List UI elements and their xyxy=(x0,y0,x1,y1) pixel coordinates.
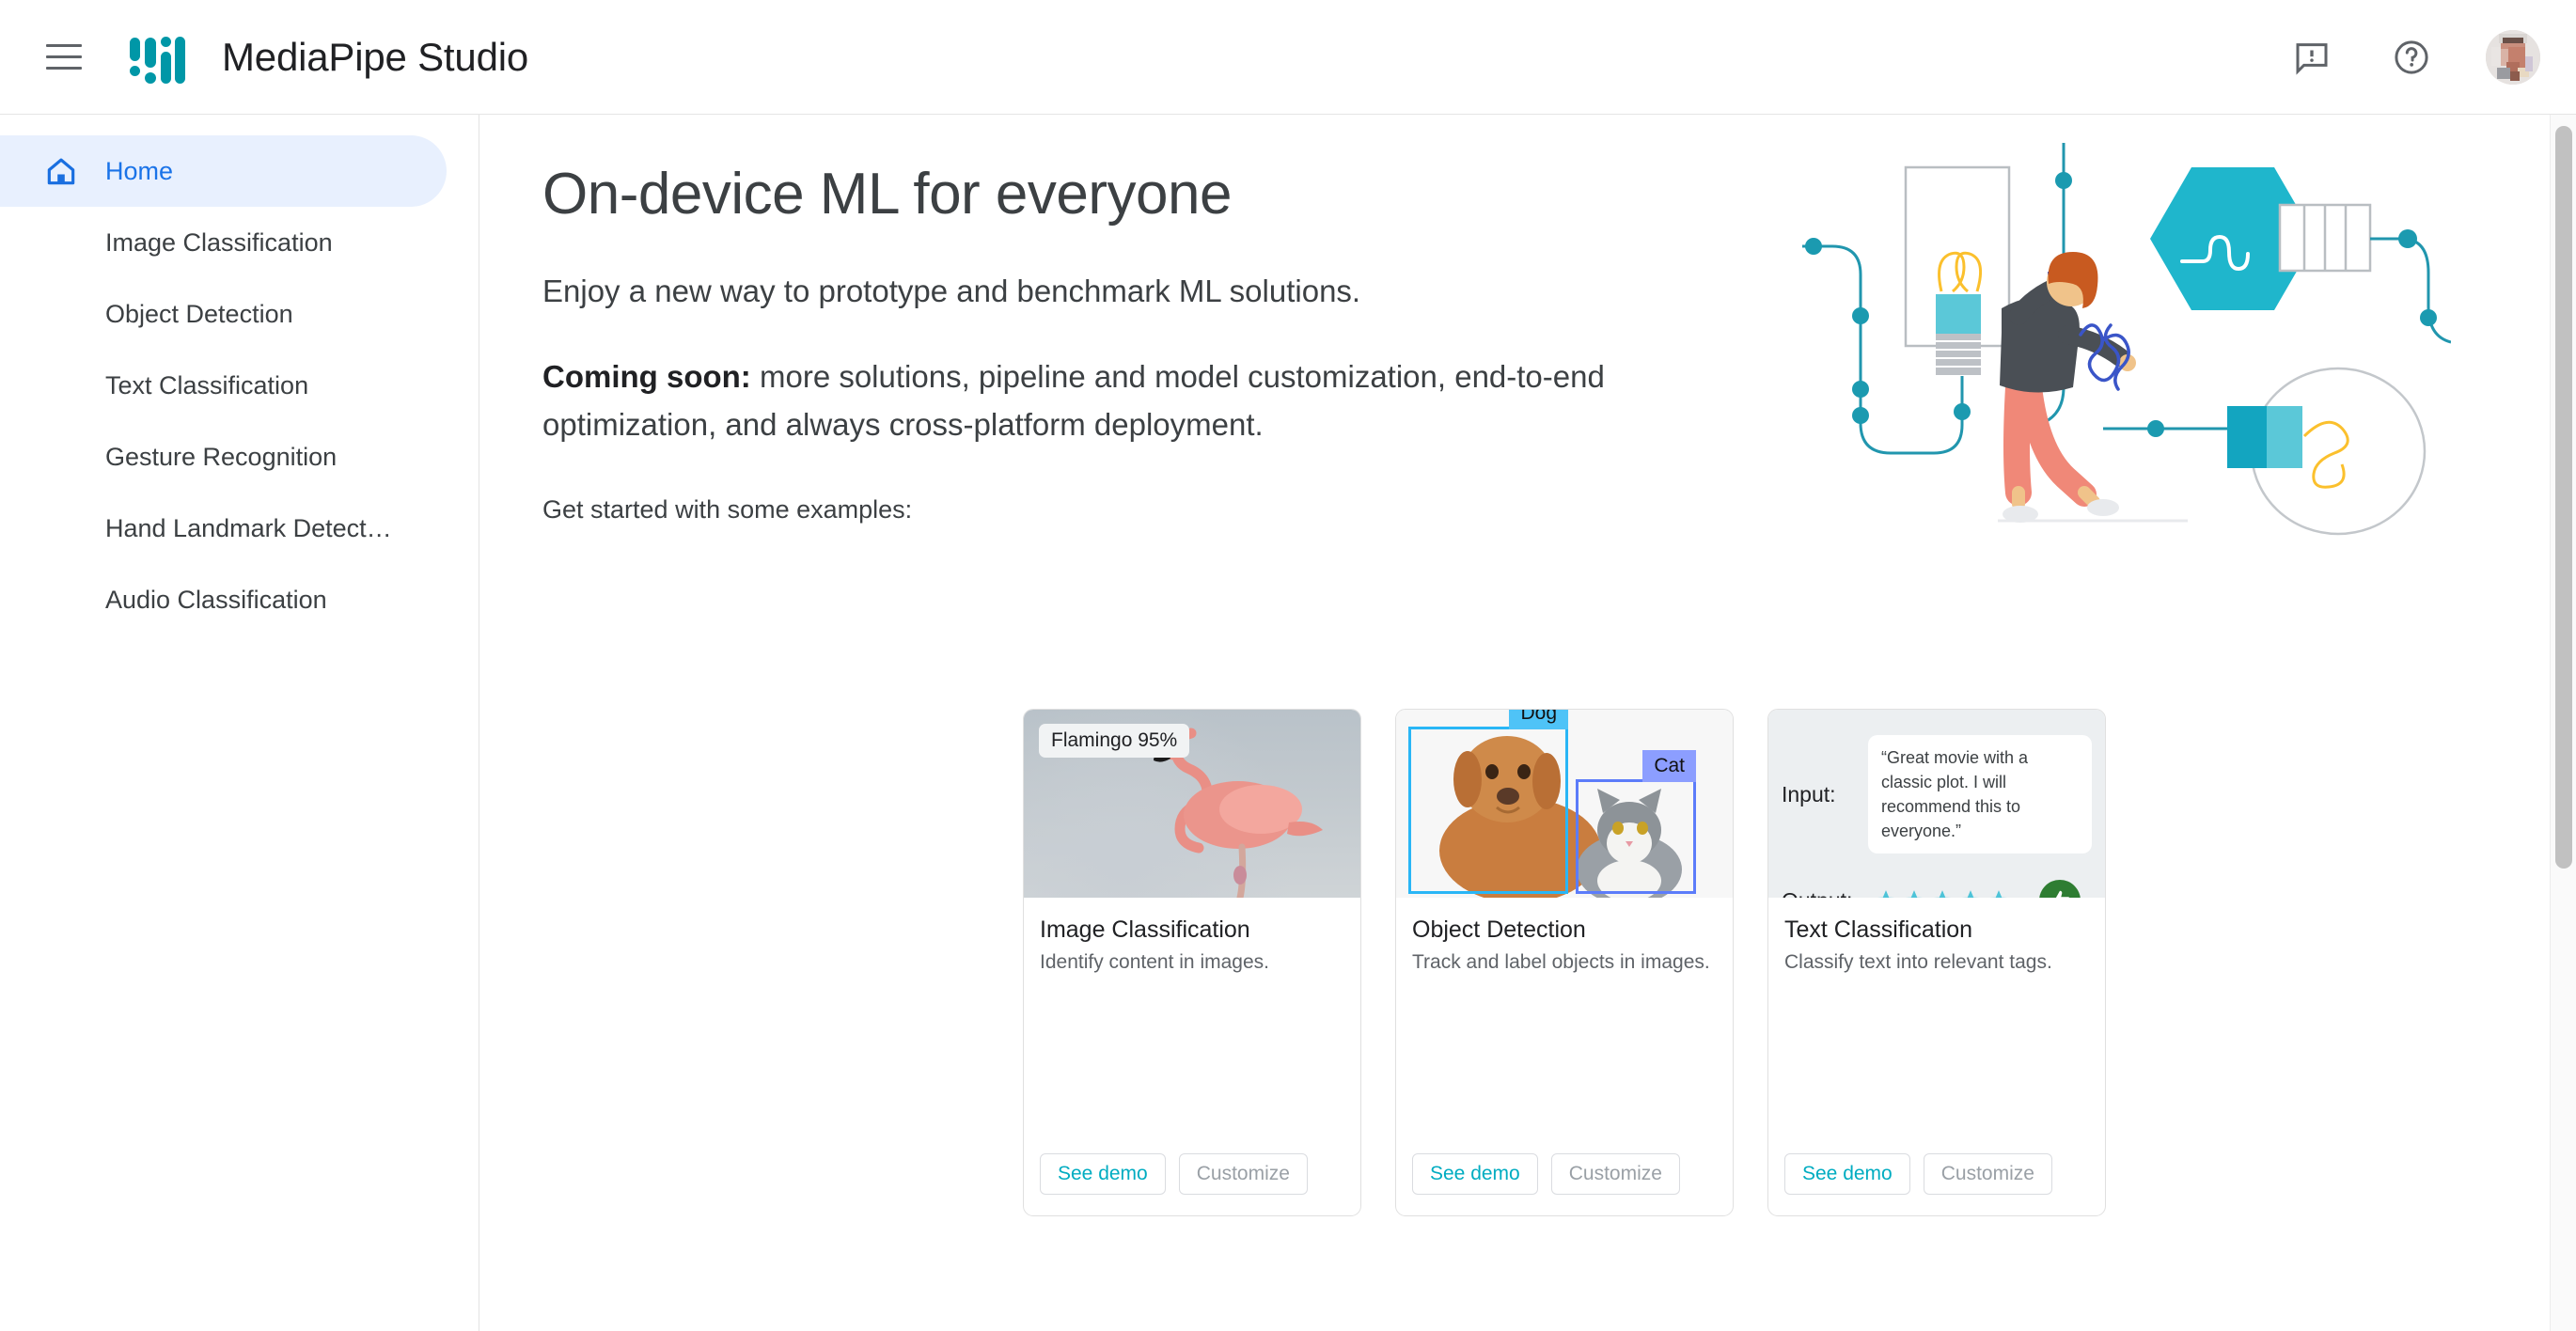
sidebar-item-label: Hand Landmark Detect… xyxy=(105,513,392,542)
coming-soon-label: Coming soon: xyxy=(542,358,751,394)
main-content: On-device ML for everyone Enjoy a new wa… xyxy=(480,115,2530,1331)
sidebar-item-label: Text Classification xyxy=(105,370,309,399)
hero-section: On-device ML for everyone Enjoy a new wa… xyxy=(480,115,2530,536)
star-rating xyxy=(1874,888,2011,898)
card-actions: See demo Customize xyxy=(1396,1153,1733,1215)
hamburger-bar xyxy=(46,55,82,58)
customize-button[interactable]: Customize xyxy=(1550,1153,1680,1195)
star-icon xyxy=(1882,890,1890,898)
detection-box-dog: Dog xyxy=(1408,710,1568,894)
feedback-icon[interactable] xyxy=(2286,32,2337,83)
coming-soon-paragraph: Coming soon: more solutions, pipeline an… xyxy=(542,352,1642,448)
sidebar-item-label: Image Classification xyxy=(105,227,333,257)
card-image-classification[interactable]: Flamingo 95% Image Classification Identi… xyxy=(1023,709,1361,1216)
sidebar-item-object-detection[interactable]: Object Detection xyxy=(0,278,479,350)
hamburger-bar xyxy=(46,44,82,47)
example-cards: Flamingo 95% Image Classification Identi… xyxy=(1023,709,2106,1216)
home-icon xyxy=(39,153,83,189)
thumbs-up-icon xyxy=(2039,880,2081,898)
card-body: Image Classification Identify content in… xyxy=(1024,898,1360,1153)
card-description: Track and label objects in images. xyxy=(1412,951,1710,973)
card-object-detection[interactable]: Dog Cat Object Detection Track and label… xyxy=(1395,709,1734,1216)
see-demo-button[interactable]: See demo xyxy=(1040,1153,1166,1195)
sidebar-item-text-classification[interactable]: Text Classification xyxy=(0,350,479,421)
sidebar-item-audio-classification[interactable]: Audio Classification xyxy=(0,564,479,635)
flamingo-photo: Flamingo 95% xyxy=(1024,710,1360,898)
top-bar-actions xyxy=(2286,29,2540,85)
see-demo-button[interactable]: See demo xyxy=(1784,1153,1910,1195)
star-icon xyxy=(1939,890,1946,898)
help-icon[interactable] xyxy=(2386,32,2437,83)
customize-button[interactable]: Customize xyxy=(1178,1153,1308,1195)
sidebar-item-gesture-recognition[interactable]: Gesture Recognition xyxy=(0,421,479,493)
input-label: Input: xyxy=(1782,781,1836,806)
star-icon xyxy=(1967,890,1974,898)
card-title: Text Classification xyxy=(1784,916,1973,943)
sidebar-item-hand-landmark-detection[interactable]: Hand Landmark Detect… xyxy=(0,493,479,564)
input-text: “Great movie with a classic plot. I will… xyxy=(1868,735,2092,854)
see-demo-button[interactable]: See demo xyxy=(1412,1153,1538,1195)
hamburger-bar xyxy=(46,67,82,70)
card-body: Text Classification Classify text into r… xyxy=(1768,898,2105,1153)
star-icon xyxy=(1910,890,1918,898)
classification-chip: Flamingo 95% xyxy=(1039,724,1190,758)
card-title: Object Detection xyxy=(1412,916,1586,943)
scrollbar-thumb[interactable] xyxy=(2555,126,2572,869)
card-actions: See demo Customize xyxy=(1024,1153,1360,1215)
sidebar-item-label: Audio Classification xyxy=(105,585,327,614)
card-description: Identify content in images. xyxy=(1040,951,1269,973)
card-title: Image Classification xyxy=(1040,916,1250,943)
sidebar-nav: Home Image Classification Object Detecti… xyxy=(0,115,479,1331)
sidebar-item-label: Gesture Recognition xyxy=(105,442,338,471)
sidebar-item-home[interactable]: Home xyxy=(0,135,447,207)
app-title: MediaPipe Studio xyxy=(222,34,529,79)
star-icon xyxy=(1995,890,2003,898)
card-description: Classify text into relevant tags. xyxy=(1784,951,2052,973)
top-app-bar: MediaPipe Studio xyxy=(0,0,2576,115)
on-device-ml-illustration xyxy=(1793,141,2452,555)
hamburger-menu-icon[interactable] xyxy=(38,31,90,84)
detection-box-cat: Cat xyxy=(1576,750,1696,894)
detection-label: Cat xyxy=(1642,750,1696,782)
sidebar-item-label: Home xyxy=(105,156,174,185)
text-classification-preview: Input: “Great movie with a classic plot.… xyxy=(1768,710,2105,898)
user-avatar[interactable] xyxy=(2486,29,2540,85)
card-text-classification[interactable]: Input: “Great movie with a classic plot.… xyxy=(1767,709,2106,1216)
sidebar-item-label: Object Detection xyxy=(105,299,293,328)
output-label: Output: xyxy=(1782,888,1868,898)
card-body: Object Detection Track and label objects… xyxy=(1396,898,1733,1153)
dog-and-cat-photo: Dog Cat xyxy=(1396,710,1733,898)
detection-label: Dog xyxy=(1509,710,1568,729)
customize-button[interactable]: Customize xyxy=(1923,1153,2052,1195)
sidebar-item-image-classification[interactable]: Image Classification xyxy=(0,207,479,278)
card-actions: See demo Customize xyxy=(1768,1153,2105,1215)
mediapipe-logo-icon[interactable] xyxy=(130,32,185,84)
vertical-scrollbar[interactable] xyxy=(2550,115,2576,1331)
